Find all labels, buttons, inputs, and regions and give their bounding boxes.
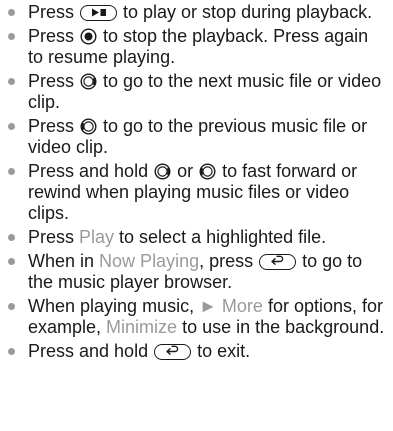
list-item: Press and hold or to fast forward or rew… bbox=[0, 161, 393, 224]
menu-label-minimize: Minimize bbox=[106, 317, 178, 337]
list-item: Press to go to the next music file or vi… bbox=[0, 71, 393, 113]
instruction-list: Press to play or stop during playback. P… bbox=[0, 2, 393, 362]
bullet-icon bbox=[8, 348, 15, 355]
navigation-right-key-icon bbox=[154, 163, 171, 180]
bullet-icon bbox=[8, 123, 15, 130]
play-pause-key-icon bbox=[80, 5, 118, 21]
list-item: When in Now Playing, press to go to the … bbox=[0, 251, 393, 293]
softkey-label-more: More bbox=[221, 296, 263, 316]
menu-label-now-playing: Now Playing bbox=[99, 251, 200, 271]
back-key-icon bbox=[154, 344, 192, 360]
list-item: Press to stop the playback. Press again … bbox=[0, 26, 393, 68]
manual-page: Press to play or stop during playback. P… bbox=[0, 2, 393, 365]
bullet-icon bbox=[8, 258, 15, 265]
list-item: Press to go to the previous music file o… bbox=[0, 116, 393, 158]
navigation-left-key-icon bbox=[199, 163, 216, 180]
bullet-icon bbox=[8, 234, 15, 241]
bullet-icon bbox=[8, 303, 15, 310]
center-select-key-icon bbox=[80, 28, 97, 45]
bullet-icon bbox=[8, 9, 15, 16]
list-item: When playing music, ► More for options, … bbox=[0, 296, 393, 338]
navigation-right-key-icon bbox=[80, 73, 97, 90]
bullet-icon bbox=[8, 168, 15, 175]
softkey-label-play: Play bbox=[79, 227, 115, 247]
list-item: Press to play or stop during playback. bbox=[0, 2, 393, 23]
bullet-icon bbox=[8, 33, 15, 40]
back-key-icon bbox=[259, 254, 297, 270]
list-item: Press and hold to exit. bbox=[0, 341, 393, 362]
list-item: Press Play to select a highlighted file. bbox=[0, 227, 393, 248]
arrow-right-icon: ► bbox=[199, 296, 217, 316]
bullet-icon bbox=[8, 78, 15, 85]
navigation-left-key-icon bbox=[80, 118, 97, 135]
